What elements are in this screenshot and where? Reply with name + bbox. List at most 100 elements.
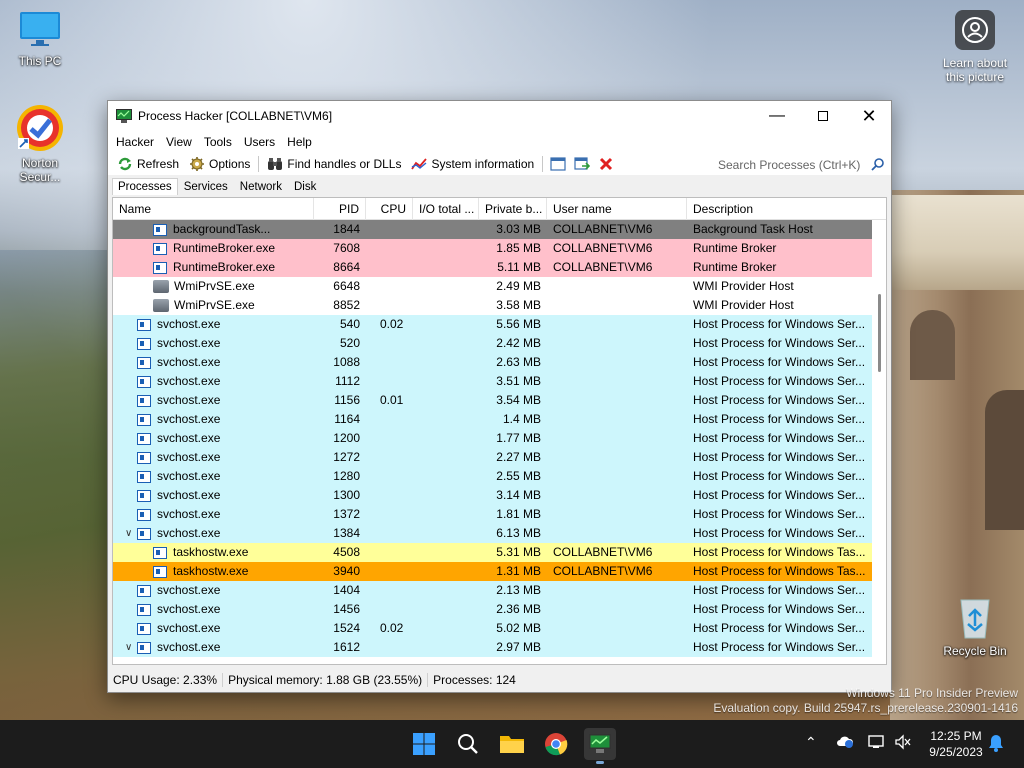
refresh-button[interactable]: Refresh <box>112 153 184 175</box>
process-row[interactable]: taskhostw.exe 3940 1.31 MB COLLABNET\VM6 Hos… <box>113 562 886 581</box>
process-user: COLLABNET\VM6 <box>553 564 653 578</box>
search-processes-input[interactable]: Search Processes (Ctrl+K) <box>713 154 889 174</box>
learn-about-picture[interactable]: Learn about this picture <box>933 10 1017 84</box>
column-pid[interactable]: PID <box>314 198 366 220</box>
find-window-button[interactable] <box>570 153 594 175</box>
maximize-button[interactable] <box>800 101 846 131</box>
volume-tray[interactable] <box>894 734 912 753</box>
binoculars-icon <box>268 158 283 170</box>
process-row[interactable]: RuntimeBroker.exe 7608 1.85 MB COLLABNET\VM… <box>113 239 886 258</box>
clock-date: 9/25/2023 <box>929 745 983 759</box>
close-icon: ✕ <box>861 105 877 126</box>
process-row[interactable]: svchost.exe 1272 2.27 MB Host Process for W… <box>113 448 886 467</box>
process-row[interactable]: svchost.exe 540 0.02 5.56 MB Host Process fo… <box>113 315 886 334</box>
process-description: Host Process for Windows Ser... <box>693 507 866 521</box>
process-name: svchost.exe <box>157 336 221 350</box>
process-row[interactable]: svchost.exe 1300 3.14 MB Host Process for W… <box>113 486 886 505</box>
maximize-icon <box>818 111 828 121</box>
process-tree[interactable]: Name PID CPU I/O total ... Private b... … <box>112 197 887 665</box>
process-name-cell: svchost.exe <box>113 581 314 600</box>
process-name-cell: svchost.exe <box>113 448 314 467</box>
column-io[interactable]: I/O total ... <box>413 198 479 220</box>
scrollbar-thumb[interactable] <box>878 294 881 372</box>
process-row[interactable]: ∨ svchost.exe 1612 2.97 MB Host Process for … <box>113 638 886 657</box>
process-name-cell: ∨ svchost.exe <box>113 524 314 543</box>
process-hacker-taskbar-button[interactable] <box>584 728 616 764</box>
vertical-scrollbar[interactable] <box>872 220 886 664</box>
process-name-cell: backgroundTask... <box>113 220 314 239</box>
column-private-bytes[interactable]: Private b... <box>479 198 547 220</box>
desktop-icon-norton[interactable]: Norton Secur... <box>0 104 80 184</box>
tab-network[interactable]: Network <box>234 178 288 195</box>
process-row[interactable]: svchost.exe 1164 1.4 MB Host Process for Wi… <box>113 410 886 429</box>
column-description[interactable]: Description <box>687 198 872 220</box>
minimize-button[interactable]: — <box>754 101 800 131</box>
process-row[interactable]: svchost.exe 1156 0.01 3.54 MB Host Process f… <box>113 391 886 410</box>
process-row[interactable]: svchost.exe 1456 2.36 MB Host Process for W… <box>113 600 886 619</box>
process-row[interactable]: svchost.exe 1112 3.51 MB Host Process for W… <box>113 372 886 391</box>
process-row[interactable]: svchost.exe 1088 2.63 MB Host Process for W… <box>113 353 886 372</box>
desktop-icon-label: This PC <box>18 54 62 68</box>
close-button[interactable]: ✕ <box>846 101 892 131</box>
process-row[interactable]: svchost.exe 1524 0.02 5.02 MB Host Process f… <box>113 619 886 638</box>
menu-view[interactable]: View <box>160 135 198 149</box>
process-row[interactable]: WmiPrvSE.exe 6648 2.49 MB WMI Provider Host <box>113 277 886 296</box>
process-private-bytes: 1.4 MB <box>502 412 541 426</box>
find-handles-button[interactable]: Find handles or DLLs <box>262 153 406 175</box>
desktop-icon-this-pc[interactable]: This PC <box>0 10 80 68</box>
tab-processes[interactable]: Processes <box>112 178 178 195</box>
onedrive-tray[interactable] <box>836 734 854 751</box>
process-hacker-window[interactable]: Process Hacker [COLLABNET\VM6] — ✕ Hacke… <box>107 100 892 693</box>
expand-chevron-icon[interactable]: ∨ <box>125 638 135 657</box>
network-tray[interactable] <box>868 734 886 753</box>
show-hidden-icons-button[interactable]: ⌃ <box>805 734 817 751</box>
terminate-button[interactable] <box>594 153 618 175</box>
process-row[interactable]: svchost.exe 520 2.42 MB Host Process for Wi… <box>113 334 886 353</box>
desktop-icon-recycle-bin[interactable]: Recycle Bin <box>935 596 1015 658</box>
process-row[interactable]: svchost.exe 1372 1.81 MB Host Process for W… <box>113 505 886 524</box>
tab-disk[interactable]: Disk <box>288 178 322 195</box>
process-row[interactable]: taskhostw.exe 4508 5.31 MB COLLABNET\VM6 Hos… <box>113 543 886 562</box>
process-window-icon <box>137 318 151 331</box>
search-button[interactable] <box>452 728 484 760</box>
menu-tools[interactable]: Tools <box>198 135 238 149</box>
process-description: Host Process for Windows Ser... <box>693 602 866 616</box>
window-toggle-button[interactable] <box>546 153 570 175</box>
process-row[interactable]: backgroundTask... 1844 3.03 MB COLLABNET\VM… <box>113 220 886 239</box>
process-row[interactable]: WmiPrvSE.exe 8852 3.58 MB WMI Provider Host <box>113 296 886 315</box>
start-button[interactable] <box>408 728 440 760</box>
process-description: Host Process for Windows Ser... <box>693 317 866 331</box>
chrome-button[interactable] <box>540 728 572 760</box>
process-pid: 8664 <box>333 260 360 274</box>
search-icon <box>458 734 478 754</box>
process-row[interactable]: ∨ svchost.exe 1384 6.13 MB Host Process for … <box>113 524 886 543</box>
status-cpu: CPU Usage: 2.33% <box>108 673 224 687</box>
process-description: Host Process for Windows Ser... <box>693 488 866 502</box>
tab-services[interactable]: Services <box>178 178 234 195</box>
options-button[interactable]: Options <box>184 153 255 175</box>
process-pid: 3940 <box>333 564 360 578</box>
process-description: Host Process for Windows Tas... <box>693 564 866 578</box>
column-name[interactable]: Name <box>113 198 314 220</box>
menu-help[interactable]: Help <box>281 135 318 149</box>
process-row[interactable]: RuntimeBroker.exe 8664 5.11 MB COLLABNET\VM… <box>113 258 886 277</box>
process-name: svchost.exe <box>157 355 221 369</box>
process-row[interactable]: svchost.exe 1200 1.77 MB Host Process for W… <box>113 429 886 448</box>
cloud-icon <box>837 736 854 748</box>
system-info-button[interactable]: System information <box>406 153 539 175</box>
column-user-name[interactable]: User name <box>547 198 687 220</box>
process-description: WMI Provider Host <box>693 298 794 312</box>
menu-hacker[interactable]: Hacker <box>110 135 160 149</box>
file-explorer-button[interactable] <box>496 728 528 760</box>
process-row[interactable]: svchost.exe 1404 2.13 MB Host Process for W… <box>113 581 886 600</box>
process-private-bytes: 3.54 MB <box>496 393 541 407</box>
title-bar[interactable]: Process Hacker [COLLABNET\VM6] — ✕ <box>108 101 891 131</box>
process-row[interactable]: svchost.exe 1280 2.55 MB Host Process for W… <box>113 467 886 486</box>
notifications-button[interactable] <box>988 734 1004 755</box>
menu-users[interactable]: Users <box>238 135 281 149</box>
process-pid: 1200 <box>333 431 360 445</box>
system-clock[interactable]: 12:25 PM 9/25/2023 <box>918 728 994 760</box>
expand-chevron-icon[interactable]: ∨ <box>125 524 135 543</box>
column-cpu[interactable]: CPU <box>366 198 413 220</box>
process-window-icon <box>137 394 151 407</box>
